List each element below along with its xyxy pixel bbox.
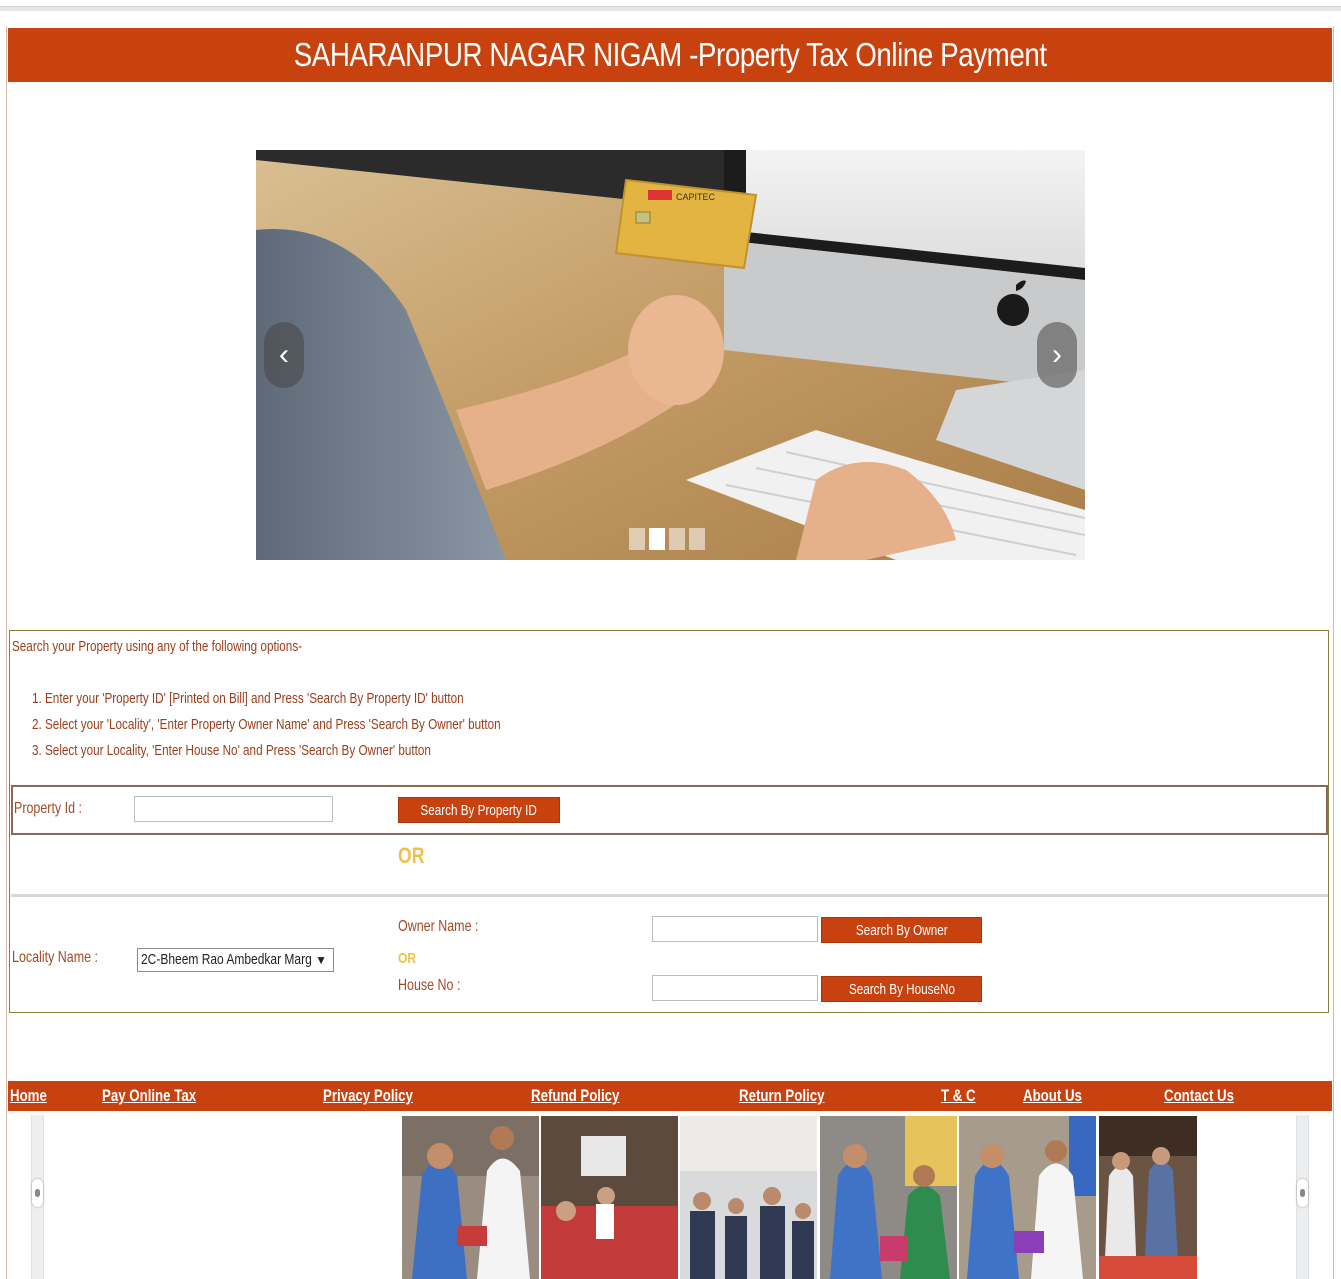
owner-name-input[interactable] (652, 916, 818, 942)
carousel-indicators (629, 528, 705, 550)
card-brand-text: CAPITEC (676, 192, 716, 202)
carousel-indicator[interactable] (629, 528, 645, 550)
page-header: SAHARANPUR NAGAR NIGAM -Property Tax Onl… (8, 28, 1332, 82)
gallery-photo[interactable] (959, 1116, 1096, 1279)
scroll-knob[interactable] (1297, 1179, 1308, 1207)
house-no-label: House No : (398, 977, 461, 994)
search-instructions-list: 1. Enter your 'Property ID' [Printed on … (32, 686, 633, 764)
nav-link-refund-policy[interactable]: Refund Policy (531, 1086, 619, 1106)
house-no-input[interactable] (652, 975, 818, 1001)
carousel-prev-button[interactable]: ‹ (264, 322, 304, 388)
property-id-input[interactable] (134, 796, 333, 822)
nav-link-return-policy[interactable]: Return Policy (739, 1086, 824, 1106)
carousel-slide-image: CAPITEC (256, 150, 1085, 560)
search-by-property-button[interactable]: Search By Property ID (398, 797, 560, 823)
nav-link-about-us[interactable]: About Us (1023, 1086, 1082, 1106)
scroll-knob[interactable] (32, 1179, 43, 1207)
page-title: SAHARANPUR NAGAR NIGAM -Property Tax Onl… (293, 36, 1047, 73)
carousel-indicator[interactable] (689, 528, 705, 550)
nav-link-contact-us[interactable]: Contact Us (1164, 1086, 1234, 1106)
gallery-photo[interactable] (1099, 1116, 1197, 1279)
locality-label: Locality Name : (12, 949, 99, 966)
browser-top-strip (0, 6, 1341, 11)
search-by-owner-button[interactable]: Search By Owner (821, 917, 982, 943)
chevron-right-icon: › (1052, 338, 1062, 371)
gallery-photo[interactable] (402, 1116, 539, 1279)
or-separator-small: OR (398, 950, 416, 967)
property-id-label: Property Id : (14, 800, 82, 817)
search-instructions-intro: Search your Property using any of the fo… (12, 638, 303, 655)
carousel-indicator[interactable] (669, 528, 685, 550)
owner-name-label: Owner Name : (398, 918, 479, 935)
footer-nav: Home Pay Online Tax Privacy Policy Refun… (8, 1081, 1332, 1111)
image-carousel: CAPITEC ‹ › (256, 150, 1085, 560)
carousel-next-button[interactable]: › (1037, 322, 1077, 388)
nav-link-privacy-policy[interactable]: Privacy Policy (323, 1086, 413, 1106)
gallery-photo[interactable] (820, 1116, 957, 1279)
nav-link-pay-online-tax[interactable]: Pay Online Tax (102, 1086, 196, 1106)
or-separator: OR (398, 843, 425, 868)
gallery-photo[interactable] (680, 1116, 817, 1279)
gallery-scroll-right[interactable] (1296, 1115, 1309, 1279)
nav-link-home[interactable]: Home (10, 1086, 47, 1106)
carousel-indicator-active[interactable] (649, 528, 665, 550)
section-divider (11, 894, 1328, 897)
instruction-step: 1. Enter your 'Property ID' [Printed on … (32, 690, 464, 707)
chevron-left-icon: ‹ (279, 338, 289, 371)
gallery-scroll-left[interactable] (31, 1115, 44, 1279)
nav-link-terms[interactable]: T & C (941, 1086, 976, 1106)
instruction-step: 2. Select your 'Locality', 'Enter Proper… (32, 716, 501, 733)
search-by-house-button[interactable]: Search By HouseNo (821, 976, 982, 1002)
dropdown-arrow-icon: ▼ (315, 953, 327, 967)
locality-select[interactable]: 2C-Bheem Rao Ambedkar Marg ▼ (137, 948, 334, 972)
gallery-photo[interactable] (541, 1116, 678, 1279)
instruction-step: 3. Select your Locality, 'Enter House No… (32, 742, 431, 759)
